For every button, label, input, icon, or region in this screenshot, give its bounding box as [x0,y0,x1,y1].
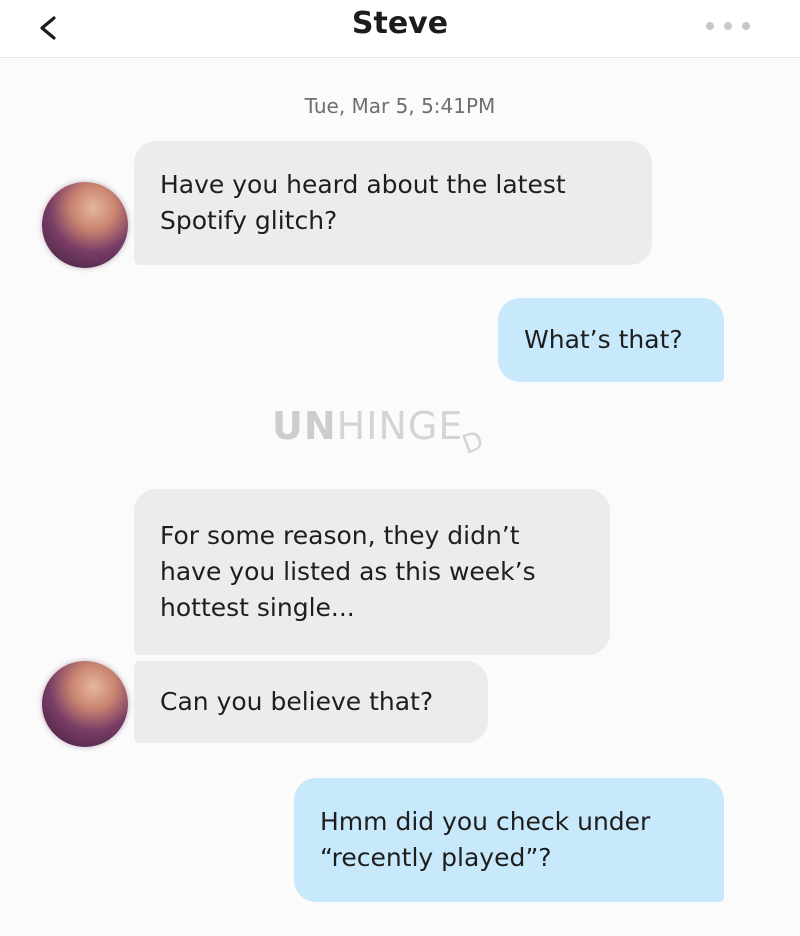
message-line: Hmm did you check under [320,807,651,836]
message-text: Hmm did you check under “recently played… [320,804,650,876]
outgoing-message-bubble: Hmm did you check under “recently played… [294,778,724,902]
avatar[interactable] [42,182,128,268]
more-options-button[interactable] [702,16,756,34]
message-line: For some reason, they didn’t [160,521,520,550]
outgoing-message-bubble: What’s that? [498,298,724,382]
incoming-message-bubble: For some reason, they didn’t have you li… [134,489,610,655]
contact-name: Steve [351,6,449,41]
incoming-message-bubble: Have you heard about the latest Spotify … [134,141,652,265]
message-line: Have you heard about the latest [160,170,566,199]
message-timestamp: Tue, Mar 5, 5:41PM [304,94,496,118]
message-text: For some reason, they didn’t have you li… [160,518,536,626]
avatar[interactable] [42,661,128,747]
message-line: have you listed as this week’s [160,557,536,586]
message-line: What’s that? [524,325,683,354]
message-line: Can you believe that? [160,687,434,716]
message-line: “recently played”? [320,843,552,872]
message-line: hottest single... [160,593,355,622]
message-line: Spotify glitch? [160,206,338,235]
message-text: Have you heard about the latest Spotify … [160,167,566,239]
incoming-message-bubble: Can you believe that? [134,661,488,743]
more-dots-icon [706,22,714,30]
chat-header: Steve [0,0,800,58]
watermark: UNHINGED [272,404,489,461]
